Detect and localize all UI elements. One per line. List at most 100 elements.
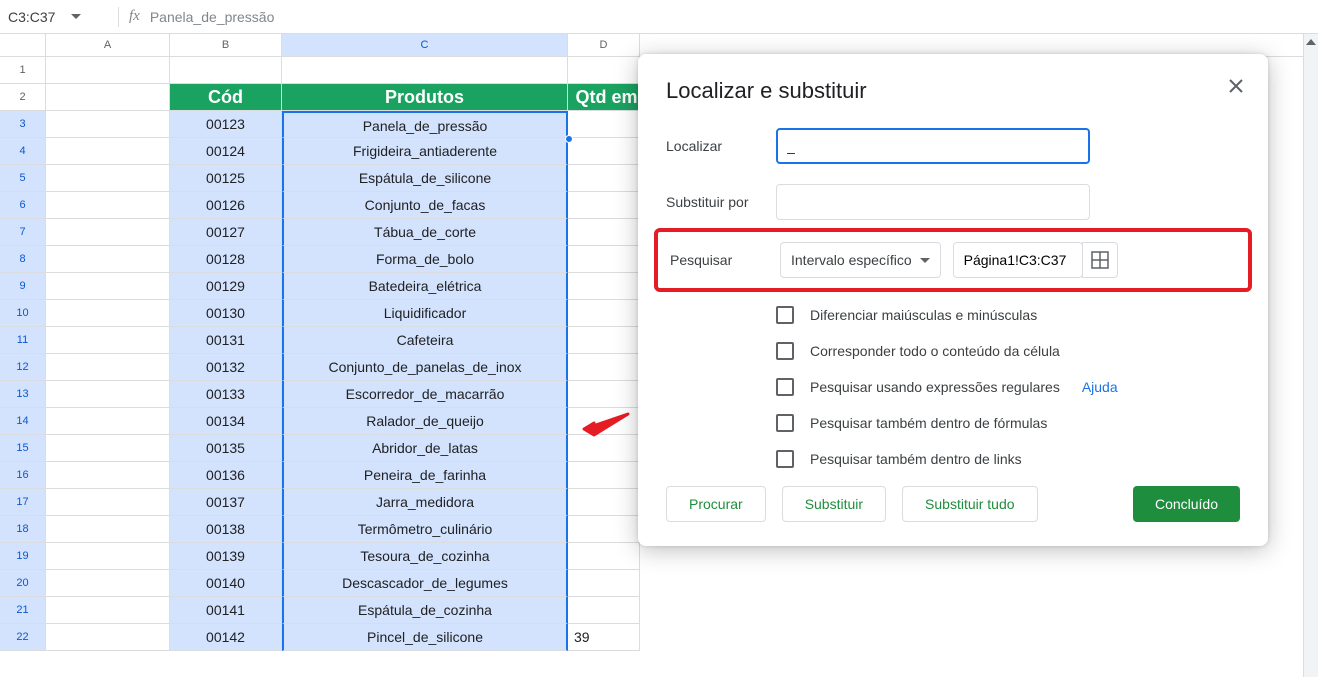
cell-cod[interactable]: 00137 xyxy=(170,489,282,516)
cell-produto[interactable]: Batedeira_elétrica xyxy=(282,273,568,300)
replace-all-button[interactable]: Substituir tudo xyxy=(902,486,1038,522)
cell-produto[interactable]: Espátula_de_cozinha xyxy=(282,597,568,624)
match-case-checkbox[interactable] xyxy=(776,306,794,324)
name-box-dropdown-icon[interactable] xyxy=(71,14,81,19)
done-button[interactable]: Concluído xyxy=(1133,486,1240,522)
row-header[interactable]: 15 xyxy=(0,435,46,462)
formulas-checkbox[interactable] xyxy=(776,414,794,432)
cell-produto[interactable]: Pincel_de_silicone xyxy=(282,624,568,651)
cell[interactable] xyxy=(46,516,170,543)
row-header[interactable]: 7 xyxy=(0,219,46,246)
close-button[interactable] xyxy=(1220,70,1252,102)
cell-produto[interactable]: Peneira_de_farinha xyxy=(282,462,568,489)
cell-produto[interactable]: Descascador_de_legumes xyxy=(282,570,568,597)
cell-produto[interactable]: Termômetro_culinário xyxy=(282,516,568,543)
cell[interactable] xyxy=(46,327,170,354)
search-scope-dropdown[interactable]: Intervalo específico xyxy=(780,242,941,278)
cell-cod[interactable]: 00132 xyxy=(170,354,282,381)
cell-qtd[interactable] xyxy=(568,246,640,273)
header-cod[interactable]: Cód xyxy=(170,84,282,111)
cell-cod[interactable]: 00130 xyxy=(170,300,282,327)
cell[interactable] xyxy=(46,408,170,435)
cell[interactable] xyxy=(568,57,640,84)
row-header[interactable]: 13 xyxy=(0,381,46,408)
cell-qtd[interactable] xyxy=(568,435,640,462)
cell-qtd[interactable] xyxy=(568,381,640,408)
cell-produto[interactable]: Liquidificador xyxy=(282,300,568,327)
cell[interactable] xyxy=(46,57,170,84)
cell-cod[interactable]: 00134 xyxy=(170,408,282,435)
cell[interactable] xyxy=(46,543,170,570)
cell-produto[interactable]: Escorredor_de_macarrão xyxy=(282,381,568,408)
cell[interactable] xyxy=(46,300,170,327)
cell-cod[interactable]: 00126 xyxy=(170,192,282,219)
cell-qtd[interactable] xyxy=(568,273,640,300)
cell-qtd[interactable]: 39 xyxy=(568,624,640,651)
name-box[interactable]: C3:C37 xyxy=(8,9,108,25)
replace-input[interactable] xyxy=(776,184,1090,220)
select-all-corner[interactable] xyxy=(0,34,46,56)
cell-cod[interactable]: 00139 xyxy=(170,543,282,570)
row-header[interactable]: 19 xyxy=(0,543,46,570)
cell-qtd[interactable] xyxy=(568,597,640,624)
search-range-input[interactable] xyxy=(953,242,1083,278)
cell-cod[interactable]: 00128 xyxy=(170,246,282,273)
row-header[interactable]: 8 xyxy=(0,246,46,273)
row-header[interactable]: 14 xyxy=(0,408,46,435)
cell[interactable] xyxy=(46,489,170,516)
cell-qtd[interactable] xyxy=(568,543,640,570)
cell-produto[interactable]: Panela_de_pressão xyxy=(282,111,568,138)
row-header[interactable]: 2 xyxy=(0,84,46,111)
cell-qtd[interactable] xyxy=(568,300,640,327)
cell-cod[interactable]: 00125 xyxy=(170,165,282,192)
cell-qtd[interactable] xyxy=(568,516,640,543)
row-header[interactable]: 4 xyxy=(0,138,46,165)
replace-button[interactable]: Substituir xyxy=(782,486,886,522)
cell-cod[interactable]: 00136 xyxy=(170,462,282,489)
cell[interactable] xyxy=(46,462,170,489)
cell[interactable] xyxy=(46,624,170,651)
find-input[interactable] xyxy=(776,128,1090,164)
cell-cod[interactable]: 00129 xyxy=(170,273,282,300)
cell-produto[interactable]: Conjunto_de_panelas_de_inox xyxy=(282,354,568,381)
cell-qtd[interactable] xyxy=(568,570,640,597)
cell[interactable] xyxy=(46,219,170,246)
row-header[interactable]: 22 xyxy=(0,624,46,651)
row-header[interactable]: 17 xyxy=(0,489,46,516)
row-header[interactable]: 1 xyxy=(0,57,46,84)
cell-qtd[interactable] xyxy=(568,327,640,354)
col-header-C[interactable]: C xyxy=(282,34,568,56)
cell-qtd[interactable] xyxy=(568,462,640,489)
cell-qtd[interactable] xyxy=(568,165,640,192)
cell-cod[interactable]: 00141 xyxy=(170,597,282,624)
cell-qtd[interactable] xyxy=(568,354,640,381)
cell-cod[interactable]: 00142 xyxy=(170,624,282,651)
cell-produto[interactable]: Cafeteira xyxy=(282,327,568,354)
links-checkbox[interactable] xyxy=(776,450,794,468)
cell-cod[interactable]: 00123 xyxy=(170,111,282,138)
row-header[interactable]: 11 xyxy=(0,327,46,354)
cell-produto[interactable]: Forma_de_bolo xyxy=(282,246,568,273)
cell-cod[interactable]: 00127 xyxy=(170,219,282,246)
regex-checkbox[interactable] xyxy=(776,378,794,396)
col-header-D[interactable]: D xyxy=(568,34,640,56)
cell-qtd[interactable] xyxy=(568,219,640,246)
cell-produto[interactable]: Frigideira_antiaderente xyxy=(282,138,568,165)
row-header[interactable]: 9 xyxy=(0,273,46,300)
row-header[interactable]: 3 xyxy=(0,111,46,138)
cell[interactable] xyxy=(46,165,170,192)
cell[interactable] xyxy=(46,84,170,111)
select-range-button[interactable] xyxy=(1082,242,1118,278)
cell[interactable] xyxy=(46,111,170,138)
row-header[interactable]: 12 xyxy=(0,354,46,381)
cell-cod[interactable]: 00138 xyxy=(170,516,282,543)
row-header[interactable]: 18 xyxy=(0,516,46,543)
cell[interactable] xyxy=(46,192,170,219)
cell-qtd[interactable] xyxy=(568,408,640,435)
cell-cod[interactable]: 00140 xyxy=(170,570,282,597)
cell-produto[interactable]: Abridor_de_latas xyxy=(282,435,568,462)
find-button[interactable]: Procurar xyxy=(666,486,766,522)
cell-produto[interactable]: Espátula_de_silicone xyxy=(282,165,568,192)
cell[interactable] xyxy=(46,381,170,408)
cell-cod[interactable]: 00131 xyxy=(170,327,282,354)
